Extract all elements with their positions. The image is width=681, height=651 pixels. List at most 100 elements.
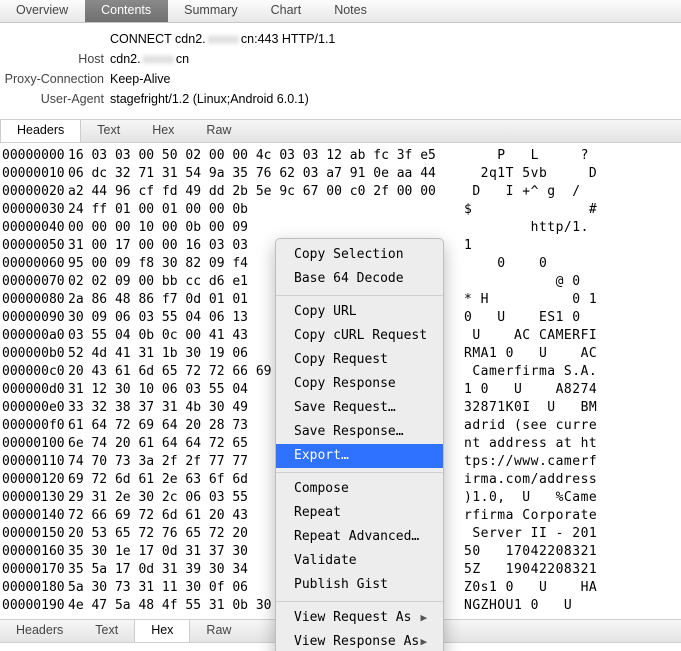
tab-contents[interactable]: Contents (85, 0, 168, 22)
menu-item-repeat[interactable]: Repeat (276, 501, 443, 525)
request-method-host: CONNECT cdn2. (110, 32, 206, 46)
subtab-headers[interactable]: Headers (0, 120, 81, 142)
menu-item-compose[interactable]: Compose (276, 477, 443, 501)
menu-item-publish-gist[interactable]: Publish Gist (276, 573, 443, 597)
menu-item-copy-response[interactable]: Copy Response (276, 372, 443, 396)
hex-row[interactable]: 00000020a2 44 96 cf fd 49 dd 2b 5e 9c 67… (2, 183, 673, 201)
hex-ascii[interactable]: http/1. (464, 219, 589, 237)
hex-bytes[interactable]: 00 00 00 10 00 0b 00 09 (68, 219, 464, 237)
menu-item-export[interactable]: Export… (276, 444, 443, 468)
hex-offset: 00000010 (2, 165, 68, 183)
subtab-hex[interactable]: Hex (136, 120, 190, 142)
hex-ascii[interactable]: 32871K0I U BM (464, 399, 597, 417)
hex-ascii[interactable]: @ 0 (464, 273, 597, 291)
hex-offset: 00000060 (2, 255, 68, 273)
hex-offset: 000000b0 (2, 345, 68, 363)
host-head: cdn2. (110, 52, 141, 66)
host-label: Host (0, 49, 104, 69)
submenu-arrow-icon: ▶ (420, 609, 427, 619)
hex-bytes[interactable]: 06 dc 32 71 31 54 9a 35 76 62 03 a7 91 0… (68, 165, 464, 183)
subtab-raw[interactable]: Raw (190, 120, 247, 142)
hex-ascii[interactable]: nt address at ht (464, 435, 597, 453)
top-tab-bar: Overview Contents Summary Chart Notes (0, 0, 681, 23)
bot-subtab-hex[interactable]: Hex (134, 620, 190, 642)
hex-ascii[interactable]: 5Z 19042208321 (464, 561, 597, 579)
hex-ascii[interactable]: )1.0, U %Came (464, 489, 597, 507)
menu-item-label: Copy Response (294, 375, 396, 393)
hex-ascii[interactable]: 2q1T 5vb D (464, 165, 597, 183)
tab-notes[interactable]: Notes (318, 0, 384, 22)
menu-item-label: Publish Gist (294, 576, 388, 594)
hex-ascii[interactable]: irma.com/address (464, 471, 597, 489)
menu-item-copy-selection[interactable]: Copy Selection (276, 243, 443, 267)
hex-offset: 00000130 (2, 489, 68, 507)
tab-chart[interactable]: Chart (255, 0, 319, 22)
menu-item-copy-request[interactable]: Copy Request (276, 348, 443, 372)
hex-ascii[interactable]: rfirma Corporate (464, 507, 597, 525)
hex-ascii[interactable]: D I +^ g / (464, 183, 597, 201)
hex-bytes[interactable]: 24 ff 01 00 01 00 00 0b (68, 201, 464, 219)
hex-ascii[interactable]: * H 0 1 (464, 291, 597, 309)
hex-offset: 00000150 (2, 525, 68, 543)
tab-summary[interactable]: Summary (168, 0, 254, 22)
hex-offset: 000000f0 (2, 417, 68, 435)
redacted-segment: xxxxx (141, 52, 176, 66)
hex-ascii[interactable]: Server II - 201 (464, 525, 597, 543)
hex-offset: 00000170 (2, 561, 68, 579)
hex-offset: 00000070 (2, 273, 68, 291)
hex-offset: 00000020 (2, 183, 68, 201)
proxy-connection-value: Keep-Alive (110, 69, 170, 89)
request-line: CONNECT cdn2.xxxxxcn:443 HTTP/1.1 (110, 29, 335, 49)
menu-item-copy-url[interactable]: Copy URL (276, 300, 443, 324)
hex-offset: 00000120 (2, 471, 68, 489)
hex-ascii[interactable]: P L ? (464, 147, 597, 165)
hex-offset: 00000190 (2, 597, 68, 615)
hex-view[interactable]: 0000000016 03 03 00 50 02 00 00 4c 03 03… (0, 143, 681, 619)
tab-overview[interactable]: Overview (0, 0, 85, 22)
body-top-tab-bar: Headers Text Hex Raw (0, 119, 681, 143)
hex-bytes[interactable]: a2 44 96 cf fd 49 dd 2b 5e 9c 67 00 c0 2… (68, 183, 464, 201)
menu-item-repeat-advanced[interactable]: Repeat Advanced… (276, 525, 443, 549)
hex-row[interactable]: 0000001006 dc 32 71 31 54 9a 35 76 62 03… (2, 165, 673, 183)
user-agent-label: User-Agent (0, 89, 104, 109)
hex-row[interactable]: 0000000016 03 03 00 50 02 00 00 4c 03 03… (2, 147, 673, 165)
hex-row[interactable]: 0000004000 00 00 10 00 0b 00 09 http/1. (2, 219, 673, 237)
menu-item-copy-curl-request[interactable]: Copy cURL Request (276, 324, 443, 348)
menu-item-label: Copy Selection (294, 246, 404, 264)
menu-separator (276, 472, 443, 473)
proxy-connection-label: Proxy-Connection (0, 69, 104, 89)
redacted-segment: xxxxx (206, 32, 241, 46)
menu-item-base-64-decode[interactable]: Base 64 Decode (276, 267, 443, 291)
hex-ascii[interactable]: adrid (see curre (464, 417, 597, 435)
hex-bytes[interactable]: 16 03 03 00 50 02 00 00 4c 03 03 12 ab f… (68, 147, 464, 165)
bot-subtab-headers[interactable]: Headers (0, 620, 79, 642)
menu-item-label: Base 64 Decode (294, 270, 404, 288)
menu-item-view-request-as[interactable]: View Request As▶ (276, 606, 443, 619)
hex-offset: 00000080 (2, 291, 68, 309)
hex-ascii[interactable]: RMA1 0 U AC (464, 345, 597, 363)
hex-ascii[interactable]: $ # (464, 201, 597, 219)
subtab-text[interactable]: Text (81, 120, 136, 142)
hex-ascii[interactable]: 50 17042208321 (464, 543, 597, 561)
hex-offset: 00000110 (2, 453, 68, 471)
hex-ascii[interactable]: 1 (464, 237, 597, 255)
menu-item-validate[interactable]: Validate (276, 549, 443, 573)
bot-subtab-raw[interactable]: Raw (190, 620, 247, 642)
hex-ascii[interactable]: U AC CAMERFI (464, 327, 597, 345)
hex-offset: 00000180 (2, 579, 68, 597)
user-agent-value: stagefright/1.2 (Linux;Android 6.0.1) (110, 89, 309, 109)
bot-subtab-text[interactable]: Text (79, 620, 134, 642)
hex-row[interactable]: 0000003024 ff 01 00 01 00 00 0b $ # (2, 201, 673, 219)
hex-ascii[interactable]: Camerfirma S.A. (464, 363, 597, 381)
hex-ascii[interactable]: 1 0 U A8274 (464, 381, 597, 399)
menu-item-save-request[interactable]: Save Request… (276, 396, 443, 420)
menu-item-save-response[interactable]: Save Response… (276, 420, 443, 444)
menu-separator (276, 601, 443, 602)
hex-ascii[interactable]: Z0s1 0 U HA (464, 579, 597, 597)
hex-ascii[interactable]: 0 U ES1 0 (464, 309, 597, 327)
hex-ascii[interactable]: 0 0 (464, 255, 597, 273)
hex-ascii[interactable]: NGZHOU1 0 U (464, 597, 597, 615)
menu-item-label: Save Request… (294, 399, 396, 417)
hex-ascii[interactable]: tps://www.camerf (464, 453, 597, 471)
menu-item-label: Copy URL (294, 303, 357, 321)
